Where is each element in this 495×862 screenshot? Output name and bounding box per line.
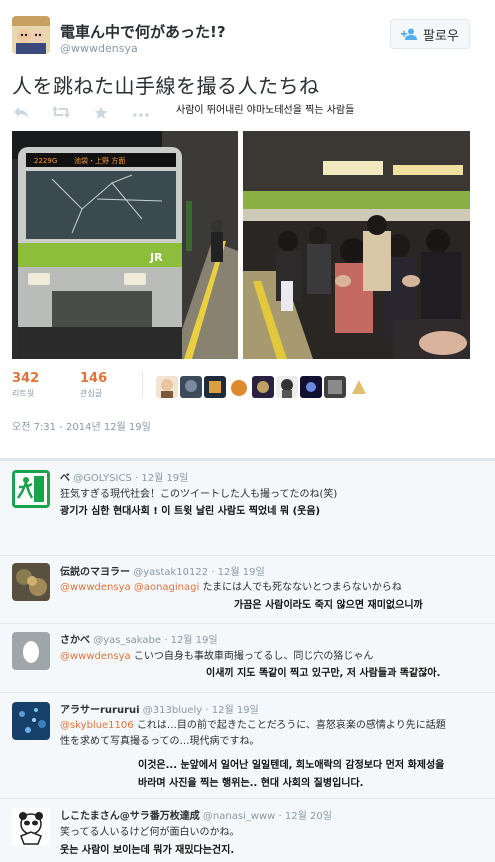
tweet-stats: 342 리트윗 146 관심글: [0, 364, 495, 408]
retweet-stat[interactable]: 342 리트윗: [12, 371, 39, 399]
tweet-timestamp[interactable]: 오전 7:31 - 2014년 12월 19일: [12, 418, 151, 433]
reply-header: アラサーrururui @313bluely · 12월 19일: [60, 701, 259, 716]
reply-name[interactable]: アラサーrururui: [60, 705, 140, 716]
reply-handle[interactable]: @313bluely: [143, 705, 202, 716]
favoriter-avatar[interactable]: [300, 376, 322, 398]
reply-translation: 가끔은 사람이라도 죽지 않으면 재미없으니까: [234, 600, 423, 611]
reply-name[interactable]: さかべ: [60, 635, 90, 646]
reply-name[interactable]: しこたまさん@サラ番万枚達成: [60, 811, 200, 822]
reply-text: 笑ってる人いるけど何が面白いのかね。: [60, 827, 240, 838]
favoriter-avatar[interactable]: [156, 376, 178, 398]
crowd-photo[interactable]: [243, 131, 470, 359]
reply-date[interactable]: · 12월 19일: [135, 473, 188, 484]
reply-mention[interactable]: @wwwdensya: [60, 651, 131, 662]
reply-separator: [0, 798, 495, 799]
favoriter-avatars: [156, 376, 370, 398]
favorite-label: 관심글: [80, 389, 103, 398]
tweet-actions: [12, 106, 150, 120]
reply-header: 伝説のマヨラー @yastak10122 · 12월 19일: [60, 563, 265, 578]
reply-avatar[interactable]: [12, 470, 50, 508]
favoriter-avatar[interactable]: [204, 376, 226, 398]
reply-text: @wwwdensya こいつ自身も事故車両撮ってるし、同じ穴の狢じゃん: [60, 647, 373, 662]
reply-handle[interactable]: @yastak10122: [133, 567, 208, 578]
favoriter-avatar[interactable]: [228, 376, 250, 398]
reply-separator: [0, 460, 495, 461]
reply-translation: 이새끼 지도 똑같이 찍고 있구만, 저 사람들과 똑같잖아.: [206, 668, 441, 679]
more-icon[interactable]: [132, 106, 150, 120]
add-user-icon: [401, 28, 418, 40]
tweet-text: 人を跳ねた山手線を撮る人たちね: [12, 74, 320, 98]
reply-mention[interactable]: @aonaginagi: [134, 582, 199, 593]
favoriter-avatar[interactable]: [276, 376, 298, 398]
reply-translation: 이것은... 눈앞에서 일어난 일일텐데, 희노애락의 감정보다 먼저 화제성을: [138, 760, 445, 771]
reply-text: @skyblue1106 これは…目の前で起きたことだろうに、喜怒哀楽の感情より…: [60, 716, 446, 731]
svg-text:池袋・上野 方面: 池袋・上野 方面: [74, 156, 125, 165]
reply-mention[interactable]: @skyblue1106: [60, 720, 134, 731]
reply-header: さかべ @yas_sakabe · 12월 19일: [60, 631, 218, 646]
tweet-header: 電車ん中で何があった!? @wwwdensya 팔로우: [0, 0, 495, 68]
follow-button[interactable]: 팔로우: [390, 19, 470, 49]
reply-handle[interactable]: @GOLYSICS: [73, 473, 132, 484]
favoriter-avatar[interactable]: [324, 376, 346, 398]
reply-text-line2: 性を求めて写真撮るっての…現代病ですね。: [60, 736, 260, 747]
reply-header: しこたまさん@サラ番万枚達成 @nanasi_www · 12월 20일: [60, 807, 332, 822]
reply-icon[interactable]: [12, 106, 30, 120]
reply-avatar[interactable]: [12, 632, 50, 670]
reply-body: たまには人でも死なないとつまらないからね: [202, 582, 402, 593]
favoriter-avatar[interactable]: [180, 376, 202, 398]
reply-separator: [0, 692, 495, 693]
svg-text:2229G: 2229G: [34, 157, 57, 165]
reply-handle[interactable]: @yas_sakabe: [93, 635, 161, 646]
train-photo[interactable]: 2229G 池袋・上野 方面 JR: [12, 131, 238, 359]
svg-text:JR: JR: [149, 251, 163, 264]
reply-text: 狂気すぎる現代社会！このツイートした人も撮ってたのね(笑): [60, 489, 338, 500]
reply-text: @wwwdensya @aonaginagi たまには人でも死なないとつまらない…: [60, 578, 402, 593]
screen-name[interactable]: @wwwdensya: [60, 42, 138, 55]
reply-avatar[interactable]: [12, 808, 50, 846]
reply-separator: [0, 623, 495, 624]
reply-body: こいつ自身も事故車両撮ってるし、同じ穴の狢じゃん: [133, 651, 374, 662]
favorite-stat[interactable]: 146 관심글: [80, 371, 107, 399]
reply-date[interactable]: · 12월 19일: [205, 705, 258, 716]
reply-avatar[interactable]: [12, 702, 50, 740]
reply-separator: [0, 555, 495, 556]
reply-mention[interactable]: @wwwdensya: [60, 582, 131, 593]
reply-handle[interactable]: @nanasi_www: [203, 811, 275, 822]
reply-date[interactable]: · 12월 19일: [164, 635, 217, 646]
follow-button-label: 팔로우: [423, 28, 459, 44]
retweet-count: 342: [12, 371, 40, 386]
favoriter-avatar[interactable]: [252, 376, 274, 398]
favorite-count: 146: [80, 371, 108, 386]
reply-translation: 광기가 심한 현대사회 ! 이 트윗 날린 사람도 찍었네 뭐 (웃음): [60, 506, 321, 517]
user-avatar[interactable]: [12, 16, 50, 54]
reply-header: ベ @GOLYSICS · 12월 19일: [60, 469, 188, 484]
display-name[interactable]: 電車ん中で何があった!?: [60, 21, 226, 42]
tweet-translation: 사람이 뛰어내린 야마노테선을 찍는 사람들: [176, 105, 355, 116]
reply-translation: 웃는 사람이 보이는데 뭐가 재밌다는건지.: [60, 845, 235, 856]
favoriter-avatar[interactable]: [348, 376, 370, 398]
reply-body: これは…目の前で起きたことだろうに、喜怒哀楽の感情より先に話題: [136, 720, 446, 731]
reply-date[interactable]: · 12월 19일: [211, 567, 264, 578]
reply-translation: 바라며 사진을 찍는 행위는.. 현대 사회의 질병입니다.: [138, 778, 364, 789]
reply-name[interactable]: 伝説のマヨラー: [60, 567, 130, 578]
retweet-icon[interactable]: [52, 106, 70, 120]
favorite-icon[interactable]: [92, 106, 110, 120]
stat-divider: [142, 372, 143, 398]
reply-avatar[interactable]: [12, 563, 50, 601]
reply-name[interactable]: ベ: [60, 473, 70, 484]
retweet-label: 리트윗: [12, 389, 35, 398]
reply-date[interactable]: · 12월 20일: [279, 811, 332, 822]
